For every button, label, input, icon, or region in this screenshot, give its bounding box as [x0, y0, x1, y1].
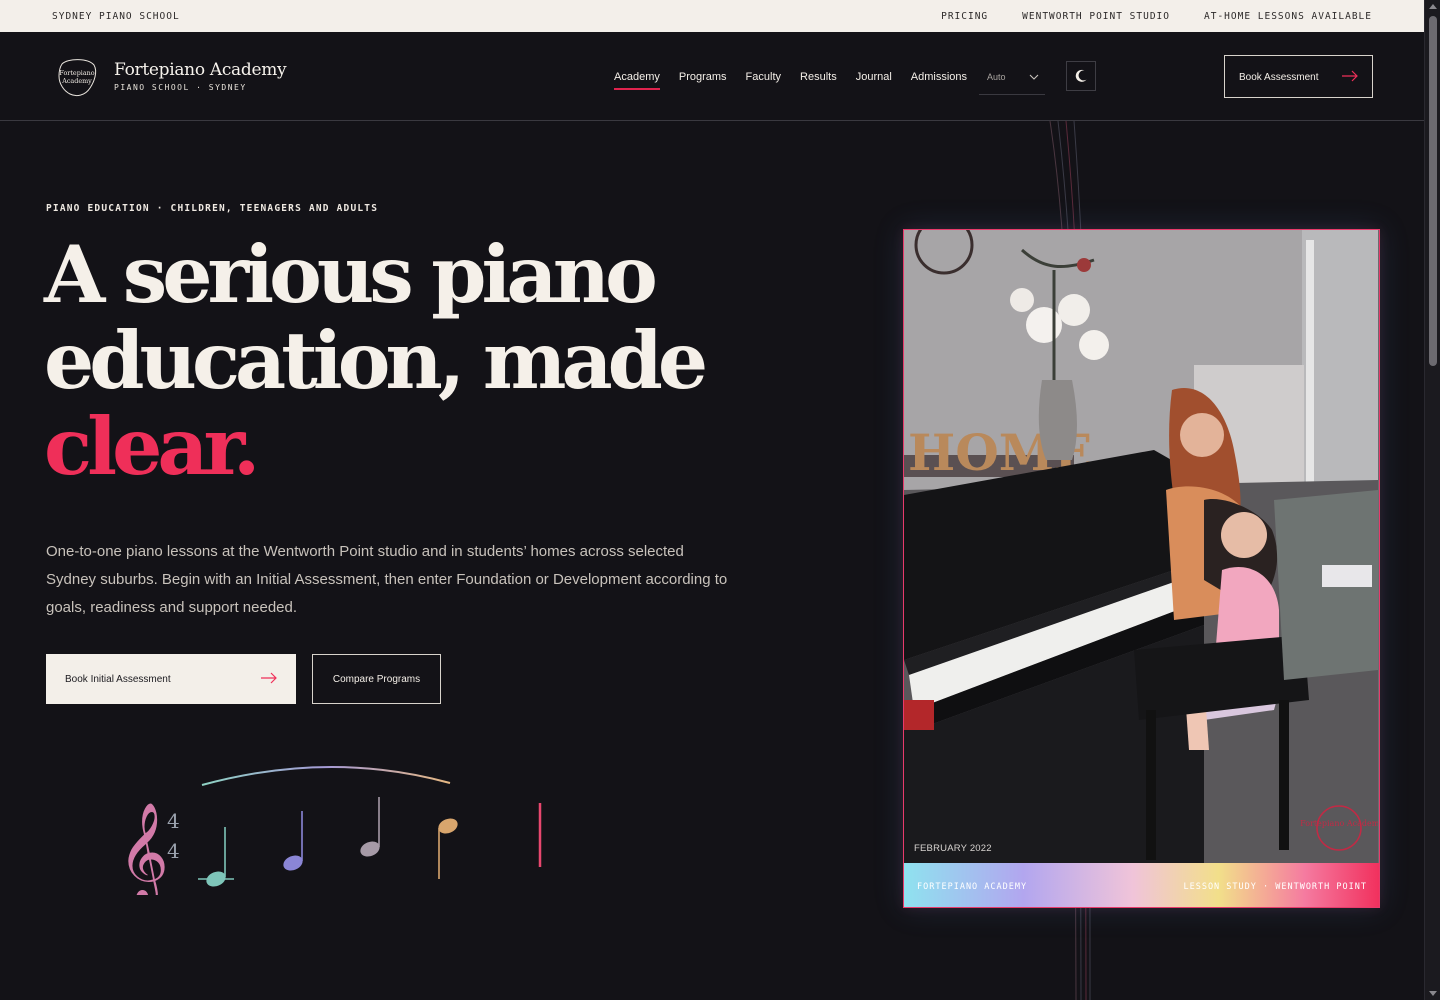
svg-text:Fortepiano: Fortepiano — [59, 69, 94, 77]
logo-name[interactable]: Fortepiano Academy — [114, 60, 287, 80]
main-header: Fortepiano Academy Fortepiano Academy PI… — [0, 32, 1424, 121]
time-signature-bottom: 4 — [167, 839, 180, 863]
svg-text:Academy: Academy — [61, 77, 92, 85]
photo-watermark: Fortepiano Academy — [1300, 819, 1378, 828]
hero-title-accent: clear. — [44, 400, 260, 493]
lesson-photo-card: HOME Fortepiano Academy FEBRUARY 2022 FO… — [903, 229, 1380, 908]
photo-caption-right: LESSON STUDY · WENTWORTH POINT — [1183, 882, 1367, 892]
logo-mark-icon[interactable]: Fortepiano Academy — [54, 54, 100, 100]
arrow-right-icon — [1342, 70, 1358, 82]
chevron-down-icon — [1029, 74, 1039, 80]
hero-title-line-2: education, made — [44, 314, 708, 407]
announcement-bar: SYDNEY PIANO SCHOOL PRICING WENTWORTH PO… — [0, 0, 1424, 32]
moon-icon — [1075, 69, 1087, 82]
nav-item-admissions[interactable]: Admissions — [911, 71, 967, 83]
book-initial-assessment-button[interactable]: Book Initial Assessment — [46, 654, 296, 704]
topbar-link-pricing[interactable]: PRICING — [941, 11, 988, 22]
piano-lesson-photo: HOME Fortepiano Academy — [904, 230, 1378, 863]
nav-item-programs[interactable]: Programs — [679, 71, 727, 83]
time-signature-top: 4 — [167, 809, 180, 833]
primary-nav: Academy Programs Faculty Results Journal… — [614, 71, 967, 90]
hero-title-line-1: A serious piano — [44, 228, 658, 321]
scrollbar-thumb[interactable] — [1429, 16, 1437, 366]
compare-programs-button[interactable]: Compare Programs — [312, 654, 441, 704]
language-select[interactable]: Auto — [979, 64, 1045, 95]
logo-subtitle: PIANO SCHOOL · SYDNEY — [114, 83, 247, 92]
hero-eyebrow: PIANO EDUCATION · CHILDREN, TEENAGERS AN… — [46, 203, 379, 214]
school-tagline: SYDNEY PIANO SCHOOL — [52, 11, 180, 22]
book-assessment-label: Book Assessment — [1239, 72, 1319, 83]
nav-item-journal[interactable]: Journal — [856, 71, 892, 83]
photo-date: FEBRUARY 2022 — [914, 843, 992, 854]
topbar-links: PRICING WENTWORTH POINT STUDIO AT-HOME L… — [941, 11, 1372, 22]
music-staff-illustration: 𝄞 4 4 — [72, 766, 542, 895]
photo-caption-left: FORTEPIANO ACADEMY — [917, 882, 1028, 892]
scroll-down-icon[interactable] — [1429, 991, 1437, 996]
hero-title: A serious piano education, made clear. — [44, 228, 708, 493]
nav-item-academy[interactable]: Academy — [614, 71, 660, 90]
theme-toggle-button[interactable] — [1066, 61, 1096, 91]
topbar-link-studio[interactable]: WENTWORTH POINT STUDIO — [1022, 11, 1170, 22]
book-initial-assessment-label: Book Initial Assessment — [65, 674, 171, 685]
arrow-right-icon — [261, 672, 277, 684]
hero-description: One-to-one piano lessons at the Wentwort… — [46, 543, 728, 616]
nav-item-faculty[interactable]: Faculty — [746, 71, 781, 83]
treble-clef-icon: 𝄞 — [118, 802, 169, 895]
photo-caption-bar: FORTEPIANO ACADEMY LESSON STUDY · WENTWO… — [904, 863, 1379, 907]
page-scrollbar[interactable] — [1424, 0, 1440, 1000]
nav-item-results[interactable]: Results — [800, 71, 837, 83]
book-assessment-button[interactable]: Book Assessment — [1224, 55, 1373, 98]
scroll-up-icon[interactable] — [1429, 4, 1437, 9]
topbar-link-at-home[interactable]: AT-HOME LESSONS AVAILABLE — [1204, 11, 1372, 22]
language-select-value: Auto — [987, 72, 1006, 82]
